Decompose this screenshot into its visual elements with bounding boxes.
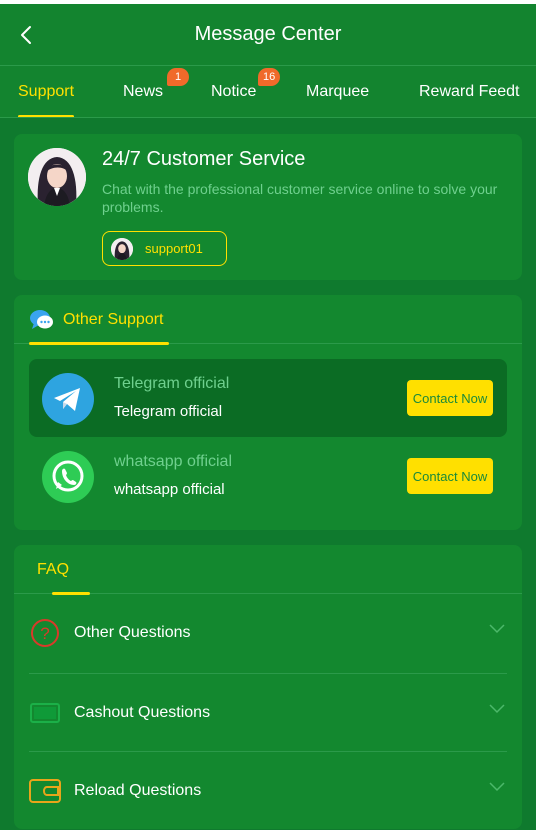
chevron-left-icon — [21, 26, 31, 44]
faq-tab[interactable]: FAQ — [29, 545, 91, 595]
list-item: whatsapp official whatsapp official Cont… — [29, 437, 507, 515]
bottom-edge — [0, 830, 536, 834]
wallet-icon — [29, 775, 61, 807]
tab-notice[interactable]: Notice — [211, 66, 257, 117]
avatar — [111, 237, 133, 260]
app-header: Message Center — [0, 4, 536, 66]
faq-item-cashout-questions[interactable]: Cashout Questions — [29, 673, 507, 751]
agent-name: support01 — [145, 241, 203, 256]
question-icon: ? — [29, 617, 61, 649]
tab-label: Notice — [211, 83, 257, 100]
channel-label: Telegram official — [114, 403, 223, 420]
other-support-tab[interactable]: Other Support — [29, 295, 169, 345]
contact-now-button[interactable]: Contact Now — [407, 458, 493, 494]
tab-bar: Support News 1 Notice 16 Marquee Reward … — [0, 66, 536, 118]
tab-label: Reward Feedt — [419, 83, 520, 100]
support-agent-button[interactable]: support01 — [102, 231, 227, 266]
chevron-down-icon — [489, 704, 505, 714]
chevron-down-icon — [489, 782, 505, 792]
chat-bubble-icon — [30, 309, 53, 329]
section-title: FAQ — [37, 560, 70, 578]
customer-service-card: 24/7 Customer Service Chat with the prof… — [14, 134, 522, 280]
other-support-card: Other Support Telegram official Telegram… — [14, 295, 522, 530]
channel-name: Telegram official — [114, 375, 230, 392]
section-header: FAQ — [14, 545, 522, 595]
svg-text:?: ? — [40, 624, 49, 643]
tab-reward-feedback[interactable]: Reward Feedt — [419, 66, 520, 117]
whatsapp-icon — [42, 451, 94, 503]
faq-label: Other Questions — [74, 624, 191, 641]
chevron-down-icon — [489, 624, 505, 634]
list-item: Telegram official Telegram official Cont… — [29, 359, 507, 437]
cash-icon — [29, 697, 61, 729]
channel-name: whatsapp official — [114, 453, 232, 470]
tab-news[interactable]: News — [123, 66, 164, 117]
section-title: Other Support — [63, 310, 164, 328]
tab-support[interactable]: Support — [18, 66, 75, 117]
page-title: Message Center — [194, 23, 342, 45]
news-badge: 1 — [167, 68, 189, 86]
avatar — [28, 148, 86, 206]
cs-title: 24/7 Customer Service — [102, 148, 306, 170]
cs-description: Chat with the professional customer serv… — [102, 181, 498, 215]
faq-label: Reload Questions — [74, 781, 202, 799]
section-header: Other Support — [14, 295, 522, 345]
tab-marquee[interactable]: Marquee — [306, 66, 370, 117]
back-button[interactable] — [12, 18, 40, 52]
faq-card: FAQ ? Other Questions Cashout Questions — [14, 545, 522, 829]
contact-now-button[interactable]: Contact Now — [407, 380, 493, 416]
telegram-icon — [42, 373, 94, 425]
faq-item-other-questions[interactable]: ? Other Questions — [29, 594, 507, 672]
channel-label: whatsapp official — [114, 481, 225, 498]
tab-label: News — [123, 83, 164, 100]
tab-label: Support — [18, 83, 75, 100]
faq-label: Cashout Questions — [74, 703, 211, 721]
faq-item-reload-questions[interactable]: Reload Questions — [29, 751, 507, 829]
tab-label: Marquee — [306, 83, 370, 100]
notice-badge: 16 — [258, 68, 281, 86]
